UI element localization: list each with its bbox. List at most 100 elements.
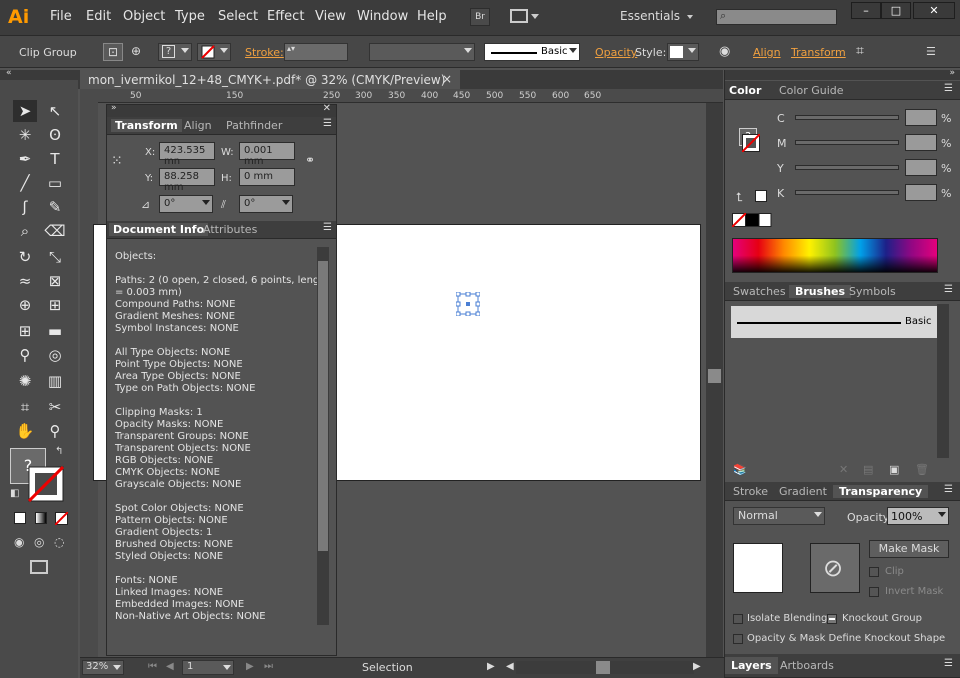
- h-field[interactable]: 0 mm: [239, 168, 295, 186]
- blend-tool-icon[interactable]: ◎: [43, 344, 67, 366]
- current-tool-label[interactable]: Selection: [362, 661, 413, 674]
- tab-transparency[interactable]: Transparency: [833, 485, 929, 498]
- color-mode-icon[interactable]: [14, 512, 26, 524]
- pen-tool-icon[interactable]: ✒: [13, 148, 37, 170]
- close-button[interactable]: ✕: [913, 2, 955, 19]
- panel-title-bar[interactable]: » ✕: [107, 103, 336, 117]
- stroke-color-dropdown[interactable]: [197, 43, 231, 61]
- panel-menu-icon[interactable]: ☰: [944, 658, 953, 669]
- opacity-field[interactable]: 100%: [887, 507, 949, 525]
- stroke-swatch[interactable]: [742, 134, 760, 152]
- first-artboard-icon[interactable]: ⏮: [148, 661, 157, 672]
- tab-attributes[interactable]: Attributes: [203, 223, 257, 236]
- mesh-tool-icon[interactable]: ⊞: [13, 320, 37, 342]
- brush-options-icon[interactable]: ▤: [863, 463, 873, 476]
- horizontal-ruler[interactable]: 50 150 250 300 350 400 450 500 550 600 6…: [98, 89, 723, 103]
- paintbrush-tool-icon[interactable]: ʃ: [13, 196, 37, 218]
- tab-layers[interactable]: Layers: [725, 657, 778, 674]
- eyedropper-tool-icon[interactable]: ⚲: [13, 344, 37, 366]
- brush-list-item[interactable]: Basic: [731, 306, 937, 338]
- scrollbar-thumb[interactable]: [708, 369, 721, 383]
- status-menu-icon[interactable]: ▶: [487, 661, 495, 672]
- knockout-group-checkbox[interactable]: [827, 614, 837, 624]
- direct-selection-tool-icon[interactable]: ↖: [43, 100, 67, 122]
- graphic-style-dropdown[interactable]: [667, 43, 699, 61]
- tab-symbols[interactable]: Symbols: [849, 285, 896, 298]
- menu-file[interactable]: File: [50, 9, 72, 24]
- zoom-tool-icon[interactable]: ⚲: [43, 420, 67, 442]
- brush-libraries-icon[interactable]: 📚: [733, 463, 747, 476]
- panel-menu-icon[interactable]: ☰: [944, 83, 953, 94]
- document-tab[interactable]: mon_ivermikol_12+48_CMYK+.pdf* @ 32% (CM…: [80, 70, 460, 89]
- out-of-gamut-icon[interactable]: ⮤: [736, 190, 743, 205]
- fill-dropdown[interactable]: ?: [158, 43, 192, 61]
- type-tool-icon[interactable]: T: [43, 148, 67, 170]
- gradient-mode-icon[interactable]: [35, 512, 47, 524]
- magic-wand-tool-icon[interactable]: ✳: [13, 124, 37, 146]
- default-fill-stroke-icon[interactable]: ◧: [10, 488, 19, 499]
- recolor-artwork-icon[interactable]: ◉: [719, 44, 730, 59]
- last-artboard-icon[interactable]: ⏭: [264, 661, 273, 672]
- clip-checkbox[interactable]: [869, 567, 879, 577]
- w-field[interactable]: 0.001 mm: [239, 142, 295, 167]
- tab-pathfinder[interactable]: Pathfinder: [226, 119, 282, 132]
- tab-gradient[interactable]: Gradient: [779, 485, 827, 498]
- menu-view[interactable]: View: [315, 9, 346, 24]
- tab-swatches[interactable]: Swatches: [733, 285, 786, 298]
- isolate-group-icon[interactable]: ⌗: [856, 43, 864, 59]
- mask-thumbnail[interactable]: ⊘: [810, 543, 860, 593]
- tab-brushes[interactable]: Brushes: [789, 285, 852, 298]
- scrollbar-thumb[interactable]: [596, 661, 610, 674]
- quick-swatches[interactable]: [732, 213, 772, 227]
- collapse-icon[interactable]: «: [6, 68, 12, 78]
- draw-behind-icon[interactable]: ◎: [34, 535, 44, 549]
- artboard-tool-icon[interactable]: ⌗: [13, 396, 37, 418]
- screen-mode-icon[interactable]: [30, 560, 48, 574]
- rotate-tool-icon[interactable]: ↻: [13, 246, 37, 268]
- collapse-icon[interactable]: »: [111, 103, 117, 113]
- draw-normal-icon[interactable]: ◉: [14, 535, 24, 549]
- tab-transform[interactable]: Transform: [111, 119, 182, 132]
- m-value-field[interactable]: [905, 134, 937, 151]
- remove-stroke-icon[interactable]: ✕: [839, 463, 848, 476]
- menu-object[interactable]: Object: [123, 9, 165, 24]
- scroll-right-icon[interactable]: ▶: [693, 661, 701, 672]
- pencil-tool-icon[interactable]: ✎: [43, 196, 67, 218]
- scale-tool-icon[interactable]: ⤡: [43, 246, 67, 268]
- next-artboard-icon[interactable]: ▶: [246, 661, 254, 672]
- constrain-proportions-icon[interactable]: ⚭: [305, 153, 315, 167]
- delete-brush-icon[interactable]: 🗑: [915, 463, 929, 476]
- ruler-origin[interactable]: [80, 89, 98, 103]
- rectangle-tool-icon[interactable]: ▭: [43, 172, 67, 194]
- stroke-swatch[interactable]: [28, 466, 64, 502]
- last-color-swatch[interactable]: [755, 190, 767, 202]
- isolate-blending-checkbox[interactable]: [733, 614, 743, 624]
- scroll-left-icon[interactable]: ◀: [506, 661, 514, 672]
- collapse-icon[interactable]: »: [949, 68, 955, 78]
- menu-window[interactable]: Window: [357, 9, 408, 24]
- free-transform-tool-icon[interactable]: ⊠: [43, 270, 67, 292]
- edit-clip-path-button[interactable]: ⊡: [103, 43, 123, 61]
- minimize-button[interactable]: –: [851, 2, 881, 19]
- slice-tool-icon[interactable]: ✂: [43, 396, 67, 418]
- canvas-horizontal-scrollbar[interactable]: [516, 661, 694, 674]
- arrange-documents-button[interactable]: [510, 9, 539, 25]
- line-tool-icon[interactable]: ╱: [13, 172, 37, 194]
- panel-menu-icon[interactable]: ☰: [926, 45, 936, 58]
- tab-align[interactable]: Align: [184, 119, 212, 132]
- k-slider[interactable]: [795, 190, 899, 195]
- tab-document-info[interactable]: Document Info: [109, 223, 209, 236]
- variable-width-dropdown[interactable]: [369, 43, 475, 61]
- shape-builder-tool-icon[interactable]: ⊕: [13, 294, 37, 316]
- gradient-tool-icon[interactable]: ▬: [43, 320, 67, 342]
- k-value-field[interactable]: [905, 184, 937, 201]
- bridge-button[interactable]: Br: [470, 8, 490, 26]
- close-document-icon[interactable]: ×: [442, 72, 452, 86]
- panel-menu-icon[interactable]: ☰: [323, 222, 332, 233]
- stroke-link[interactable]: Stroke:: [245, 46, 284, 59]
- zoom-dropdown[interactable]: 32%: [82, 660, 124, 675]
- workspace-switcher[interactable]: Essentials: [620, 9, 680, 23]
- blob-brush-tool-icon[interactable]: ⌕: [13, 220, 37, 242]
- column-graph-tool-icon[interactable]: ▥: [43, 370, 67, 392]
- make-mask-button[interactable]: Make Mask: [869, 540, 949, 558]
